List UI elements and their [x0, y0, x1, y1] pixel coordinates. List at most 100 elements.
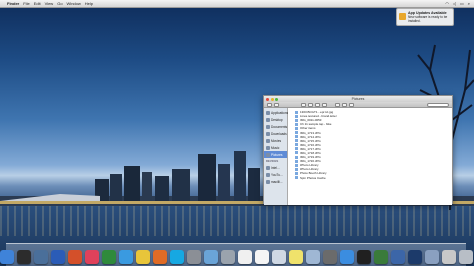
- action-button[interactable]: [342, 102, 347, 107]
- music-icon: [266, 145, 270, 150]
- back-button[interactable]: [267, 102, 272, 107]
- sidebar-item-pictures[interactable]: Pictures: [264, 151, 287, 158]
- sidebar-item-label: macilli...: [271, 179, 283, 184]
- menu-edit[interactable]: Edit: [34, 1, 41, 6]
- menu-window[interactable]: Window: [67, 1, 81, 6]
- file-icon: [295, 171, 298, 175]
- zoom-icon[interactable]: [275, 97, 278, 101]
- documents-icon: [266, 124, 270, 129]
- downloads-stack-icon[interactable]: [424, 250, 439, 264]
- powerpoint-icon[interactable]: [67, 250, 82, 264]
- app-store-icon[interactable]: [339, 250, 354, 264]
- volume-icon[interactable]: ◁: [453, 1, 456, 6]
- preview-icon[interactable]: [305, 250, 320, 264]
- menu-file[interactable]: File: [23, 1, 29, 6]
- battery-icon[interactable]: ▭: [460, 1, 464, 6]
- file-list: 1303.BCGT1 - epr.txt.jpg Lines.textured -…: [288, 108, 452, 205]
- file-icon: [295, 118, 298, 122]
- notification-banner[interactable]: App Updates Available New software is re…: [396, 8, 454, 26]
- sidebar-item-label: Documents: [271, 124, 288, 129]
- iphoto-icon[interactable]: [203, 250, 218, 264]
- minimize-icon[interactable]: [270, 97, 274, 101]
- list-view-button[interactable]: [308, 102, 313, 107]
- sidebar-item-label: YouTu...: [271, 172, 283, 177]
- photoshop-icon[interactable]: [407, 250, 422, 264]
- dock: [0, 243, 473, 266]
- calendar-icon[interactable]: [254, 250, 269, 264]
- search-input[interactable]: [427, 102, 449, 107]
- icon-view-button[interactable]: [301, 102, 306, 107]
- sidebar-item-desktop[interactable]: Desktop: [264, 116, 287, 123]
- arrange-button[interactable]: [335, 102, 340, 107]
- sidebar-item-applications[interactable]: Applications: [264, 109, 289, 116]
- file-icon: [295, 114, 298, 118]
- pictures-icon: [266, 152, 270, 157]
- forward-button[interactable]: [274, 102, 279, 107]
- skype-icon[interactable]: [169, 250, 184, 264]
- menu-help[interactable]: Help: [85, 1, 93, 6]
- window-title: Pictures: [351, 97, 365, 101]
- file-icon: [295, 135, 298, 139]
- system-preferences-icon[interactable]: [186, 250, 201, 264]
- sidebar-item-label: Downloads: [271, 131, 287, 136]
- menu-extras: ◠ ◁ ▭ ⌕: [445, 1, 474, 6]
- sidebar-item-label: Applications: [271, 110, 289, 115]
- network-icon: [266, 172, 270, 177]
- terminal-icon[interactable]: [356, 250, 371, 264]
- file-name: Spin Photos Cache: [300, 175, 326, 180]
- file-icon: [295, 151, 298, 155]
- sidebar-item-downloads[interactable]: Downloads: [264, 130, 287, 137]
- network-icon: [266, 179, 270, 184]
- imovie-icon[interactable]: [322, 250, 337, 264]
- itunes-icon[interactable]: [84, 250, 99, 264]
- sidebar-item-label: Intel...: [271, 165, 280, 170]
- finder-titlebar[interactable]: Pictures: [264, 96, 452, 102]
- finder-icon[interactable]: [0, 250, 14, 264]
- sidebar-item-label: Pictures: [271, 152, 283, 157]
- sidebar-item-label: Music: [271, 145, 280, 150]
- dashboard-icon[interactable]: [16, 250, 31, 264]
- sidebar-item-shared-1[interactable]: YouTu...: [264, 171, 287, 178]
- applications-icon: [266, 110, 270, 115]
- sidebar-item-music[interactable]: Music: [264, 144, 287, 151]
- close-icon[interactable]: [266, 97, 269, 101]
- spotlight-icon[interactable]: ⌕: [468, 1, 470, 6]
- cover-flow-button[interactable]: [322, 102, 327, 107]
- documents-stack-icon[interactable]: [441, 250, 456, 264]
- menu-view[interactable]: View: [45, 1, 54, 6]
- excel-icon[interactable]: [101, 250, 116, 264]
- chrome-icon[interactable]: [135, 250, 150, 264]
- firefox-icon[interactable]: [152, 250, 167, 264]
- file-icon: [295, 122, 298, 126]
- trash-icon[interactable]: [458, 250, 473, 264]
- file-icon: [295, 139, 298, 143]
- word-icon[interactable]: [50, 250, 65, 264]
- menu-bar: Finder File Edit View Go Window Help ◠ ◁…: [0, 0, 474, 8]
- mission-control-icon[interactable]: [33, 250, 48, 264]
- stickies-icon[interactable]: [288, 250, 303, 264]
- safari-icon[interactable]: [118, 250, 133, 264]
- quicktime-icon[interactable]: [390, 250, 405, 264]
- menu-app-name[interactable]: Finder: [7, 1, 19, 6]
- app-store-icon: [399, 13, 406, 20]
- file-icon: [295, 143, 298, 147]
- facetime-icon[interactable]: [373, 250, 388, 264]
- share-button[interactable]: [349, 102, 354, 107]
- menu-go[interactable]: Go: [57, 1, 62, 6]
- file-icon: [295, 110, 298, 114]
- sidebar-item-documents[interactable]: Documents: [264, 123, 287, 130]
- column-view-button[interactable]: [315, 102, 320, 107]
- textedit-icon[interactable]: [237, 250, 252, 264]
- sidebar-item-movies[interactable]: Movies: [264, 137, 287, 144]
- file-icon: [295, 163, 298, 167]
- sidebar-item-device[interactable]: Intel...: [264, 164, 287, 171]
- sidebar-item-shared-2[interactable]: macilli...: [264, 178, 287, 185]
- notification-body: New software is ready to be installed.: [408, 15, 448, 23]
- movies-icon: [266, 138, 270, 143]
- desktop-icon: [266, 117, 270, 122]
- downloads-icon: [266, 131, 270, 136]
- launchpad-icon[interactable]: [220, 250, 235, 264]
- wifi-icon[interactable]: ◠: [445, 1, 449, 6]
- mail-icon[interactable]: [271, 250, 286, 264]
- file-row[interactable]: Spin Photos Cache: [288, 176, 452, 180]
